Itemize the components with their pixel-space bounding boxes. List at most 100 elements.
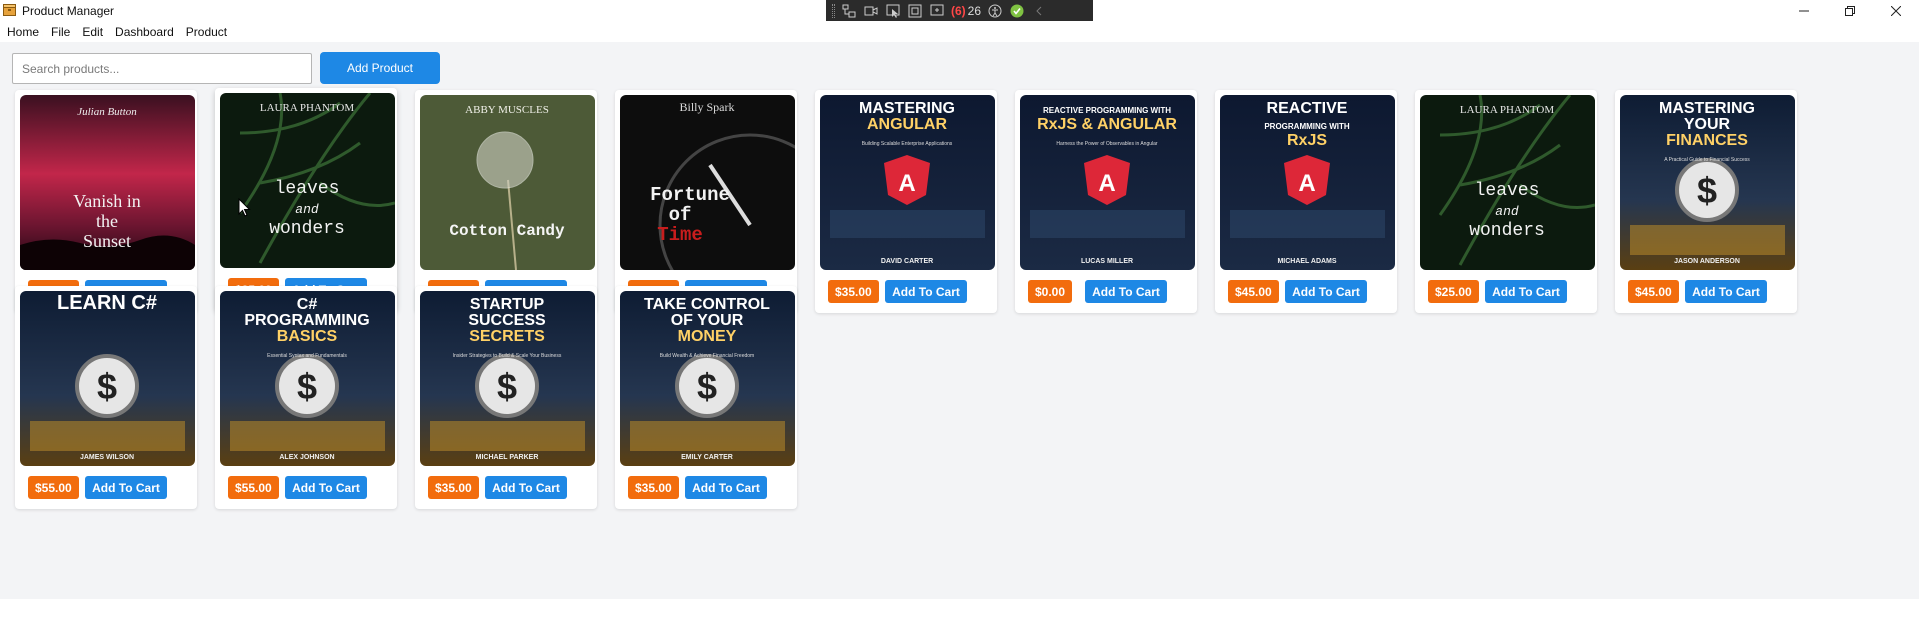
svg-text:A: A xyxy=(898,170,915,197)
select-element-button[interactable] xyxy=(885,3,901,19)
product-card[interactable]: A REACTIVE PROGRAMMING WITH RxJS & ANGULAR… xyxy=(1015,90,1197,313)
svg-text:RxJS: RxJS xyxy=(1287,132,1327,149)
product-cover-image: ABBY MUSCLES Cotton Candy xyxy=(420,95,595,270)
svg-text:PROGRAMMING WITH: PROGRAMMING WITH xyxy=(1264,122,1350,131)
svg-text:leaves: leaves xyxy=(1475,181,1540,201)
hot-reload-status-button[interactable] xyxy=(1009,3,1025,19)
drag-grip-icon[interactable] xyxy=(832,3,835,18)
debug-toolbar: (6) 26 xyxy=(826,0,1093,21)
product-card[interactable]: Billy SparkFortuneofTime$26.00Add To Car… xyxy=(615,90,797,313)
visual-tree-icon xyxy=(842,4,856,17)
search-input[interactable] xyxy=(12,53,312,84)
svg-text:JASON ANDERSON: JASON ANDERSON xyxy=(1674,258,1740,265)
price-badge: $55.00 xyxy=(228,476,279,499)
svg-text:REACTIVE: REACTIVE xyxy=(1267,100,1348,117)
svg-text:Harness the Power of Observabl: Harness the Power of Observables in Angu… xyxy=(1056,141,1157,147)
collapse-toolbar-button[interactable] xyxy=(1031,3,1047,19)
product-card[interactable]: Julian ButtonVanish intheSunset$23.00Add… xyxy=(15,90,197,313)
menu-dashboard[interactable]: Dashboard xyxy=(109,22,180,42)
svg-text:A: A xyxy=(1098,170,1115,197)
svg-text:$: $ xyxy=(497,366,517,407)
svg-text:BASICS: BASICS xyxy=(277,328,338,345)
product-card[interactable]: $ C# PROGRAMMING BASICS Essential Syntax and… xyxy=(215,286,397,509)
menu-edit[interactable]: Edit xyxy=(76,22,109,42)
menu-file[interactable]: File xyxy=(45,22,76,42)
svg-text:wonders: wonders xyxy=(1469,221,1545,241)
svg-text:Insider Strategies to Build &: Insider Strategies to Build & Scale Your… xyxy=(453,353,562,359)
track-focus-icon xyxy=(930,4,944,15)
product-cover-image: A MASTERING ANGULAR Building Scalable Enter… xyxy=(820,95,995,270)
add-to-cart-button[interactable]: Add To Cart xyxy=(1085,280,1167,303)
add-to-cart-button[interactable]: Add To Cart xyxy=(1285,280,1367,303)
product-card[interactable]: $ MASTERING YOUR FINANCES A Practical Guide … xyxy=(1615,90,1797,313)
add-to-cart-button[interactable]: Add To Cart xyxy=(485,476,567,499)
add-to-cart-button[interactable]: Add To Cart xyxy=(285,476,367,499)
price-badge: $35.00 xyxy=(628,476,679,499)
product-cover-image: LAURA PHANTOM leaves and wonders xyxy=(1420,95,1595,270)
price-badge: $0.00 xyxy=(1028,280,1073,303)
svg-text:PROGRAMMING: PROGRAMMING xyxy=(244,312,369,329)
svg-text:ALEX JOHNSON: ALEX JOHNSON xyxy=(279,454,334,461)
svg-text:REACTIVE PROGRAMMING WITH: REACTIVE PROGRAMMING WITH xyxy=(1043,106,1171,115)
record-button[interactable] xyxy=(863,3,879,19)
price-badge: $35.00 xyxy=(428,476,479,499)
product-cover-image: A REACTIVE PROGRAMMING WITH RxJS & ANGULAR… xyxy=(1020,95,1195,270)
select-cursor-icon xyxy=(886,4,900,18)
product-card[interactable]: A REACTIVE PROGRAMMING WITH RxJS MICHAEL ADA… xyxy=(1215,90,1397,313)
minimize-button[interactable] xyxy=(1781,0,1827,22)
svg-text:JAMES WILSON: JAMES WILSON xyxy=(80,454,134,461)
add-product-button[interactable]: Add Product xyxy=(320,52,440,84)
product-cover-image: Julian Button Vanish in the Sunset xyxy=(20,95,195,270)
svg-text:Cotton Candy: Cotton Candy xyxy=(449,222,565,240)
add-to-cart-button[interactable]: Add To Cart xyxy=(1485,280,1567,303)
product-card[interactable]: ABBY MUSCLESCotton Candy$22.00Add To Car… xyxy=(415,90,597,313)
menu-product[interactable]: Product xyxy=(180,22,233,42)
binding-failures-counter[interactable]: (6) 26 xyxy=(951,4,981,18)
price-badge: $55.00 xyxy=(28,476,79,499)
main-content: Add Product Julian Button Vanish intheSun… xyxy=(0,42,1919,599)
svg-text:STARTUP: STARTUP xyxy=(470,296,545,313)
svg-text:EMILY CARTER: EMILY CARTER xyxy=(681,454,733,461)
menu-home[interactable]: Home xyxy=(0,22,45,42)
product-card[interactable]: $ TAKE CONTROL OF YOUR MONEY Build Wealth & … xyxy=(615,286,797,509)
restore-icon xyxy=(1845,6,1855,16)
svg-text:MASTERING: MASTERING xyxy=(1659,100,1755,117)
product-card[interactable]: $ STARTUP SUCCESS SECRETS Insider Strategies… xyxy=(415,286,597,509)
product-card[interactable]: LAURA PHANTOM leaves and wonders $25.00 Add T… xyxy=(1415,90,1597,313)
product-cover-image: $ STARTUP SUCCESS SECRETS Insider Strategies… xyxy=(420,291,595,466)
product-card[interactable]: $ LEARN C# JAMES WILSON $55.00 Add To Cart xyxy=(15,286,197,509)
price-badge: $45.00 xyxy=(1228,280,1279,303)
svg-text:A Practical Guide to Financial: A Practical Guide to Financial Success xyxy=(1664,157,1750,163)
price-badge: $25.00 xyxy=(1428,280,1479,303)
price-badge: $45.00 xyxy=(1628,280,1679,303)
add-to-cart-button[interactable]: Add To Cart xyxy=(85,476,167,499)
svg-text:Build Wealth & Achieve Financi: Build Wealth & Achieve Financial Freedom xyxy=(660,353,754,359)
mouse-cursor-icon xyxy=(238,198,251,217)
menu-bar: Home File Edit Dashboard Product xyxy=(0,22,1919,42)
restore-button[interactable] xyxy=(1827,0,1873,22)
display-layout-adorners-button[interactable] xyxy=(907,3,923,19)
add-to-cart-button[interactable]: Add To Cart xyxy=(1685,280,1767,303)
product-cover-image: $ TAKE CONTROL OF YOUR MONEY Build Wealth & … xyxy=(620,291,795,466)
binding-failures-badge: (6) xyxy=(951,3,966,18)
svg-text:DAVID CARTER: DAVID CARTER xyxy=(881,258,933,265)
add-to-cart-button[interactable]: Add To Cart xyxy=(885,280,967,303)
svg-text:Essential Syntax and Fundament: Essential Syntax and Fundamentals xyxy=(267,353,347,359)
accessibility-button[interactable] xyxy=(987,3,1003,19)
product-card[interactable]: A MASTERING ANGULAR Building Scalable Enter… xyxy=(815,90,997,313)
svg-text:LUCAS MILLER: LUCAS MILLER xyxy=(1081,258,1133,265)
svg-text:Building Scalable Enterprise A: Building Scalable Enterprise Application… xyxy=(862,141,953,147)
svg-text:MICHAEL ADAMS: MICHAEL ADAMS xyxy=(1277,258,1336,265)
svg-text:MONEY: MONEY xyxy=(678,328,737,345)
svg-text:the: the xyxy=(96,211,118,231)
svg-text:wonders: wonders xyxy=(269,219,345,239)
svg-text:OF YOUR: OF YOUR xyxy=(671,312,744,329)
svg-text:SUCCESS: SUCCESS xyxy=(468,312,546,329)
track-focus-button[interactable] xyxy=(929,3,945,19)
product-cover-image: Billy Spark Fortune of Time xyxy=(620,95,795,270)
window-title: Product Manager xyxy=(22,4,115,18)
svg-text:RxJS & ANGULAR: RxJS & ANGULAR xyxy=(1037,116,1177,133)
live-visual-tree-button[interactable] xyxy=(841,3,857,19)
add-to-cart-button[interactable]: Add To Cart xyxy=(685,476,767,499)
close-button[interactable] xyxy=(1873,0,1919,22)
